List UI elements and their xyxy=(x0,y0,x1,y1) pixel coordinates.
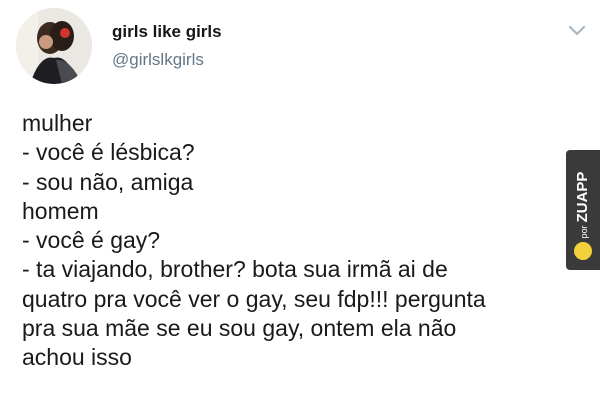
tweet-line: mulher xyxy=(22,110,93,136)
user-handle[interactable]: @girlslkgirls xyxy=(112,50,204,70)
tweet-line: - ta viajando, brother? bota sua irmã ai… xyxy=(22,256,448,283)
watermark-prefix: por xyxy=(579,225,589,239)
avatar[interactable] xyxy=(16,8,92,84)
tweet-header: girls like girls @girlslkgirls xyxy=(0,0,600,100)
display-name[interactable]: girls like girls xyxy=(112,22,222,42)
tweet-text: mulher - você é lésbica? - sou não, amig… xyxy=(22,109,562,373)
tweet-line: - sou não, amiga xyxy=(22,168,194,195)
tweet-line: - você é lésbica? xyxy=(22,139,195,166)
zuapp-watermark: por ZUAPP xyxy=(566,150,600,270)
chevron-down-icon[interactable] xyxy=(565,22,589,40)
tweet-line: pra sua mãe se eu sou gay, ontem ela não xyxy=(22,315,457,342)
zuapp-logo-icon xyxy=(574,242,592,260)
watermark-brand: ZUAPP xyxy=(574,171,591,223)
avatar-photo xyxy=(16,8,92,84)
tweet-line: quatro pra você ver o gay, seu fdp!!! pe… xyxy=(22,285,486,312)
tweet-line: achou isso xyxy=(22,344,132,371)
tweet-line: homem xyxy=(22,197,99,224)
tweet-line: - você é gay? xyxy=(22,227,161,254)
